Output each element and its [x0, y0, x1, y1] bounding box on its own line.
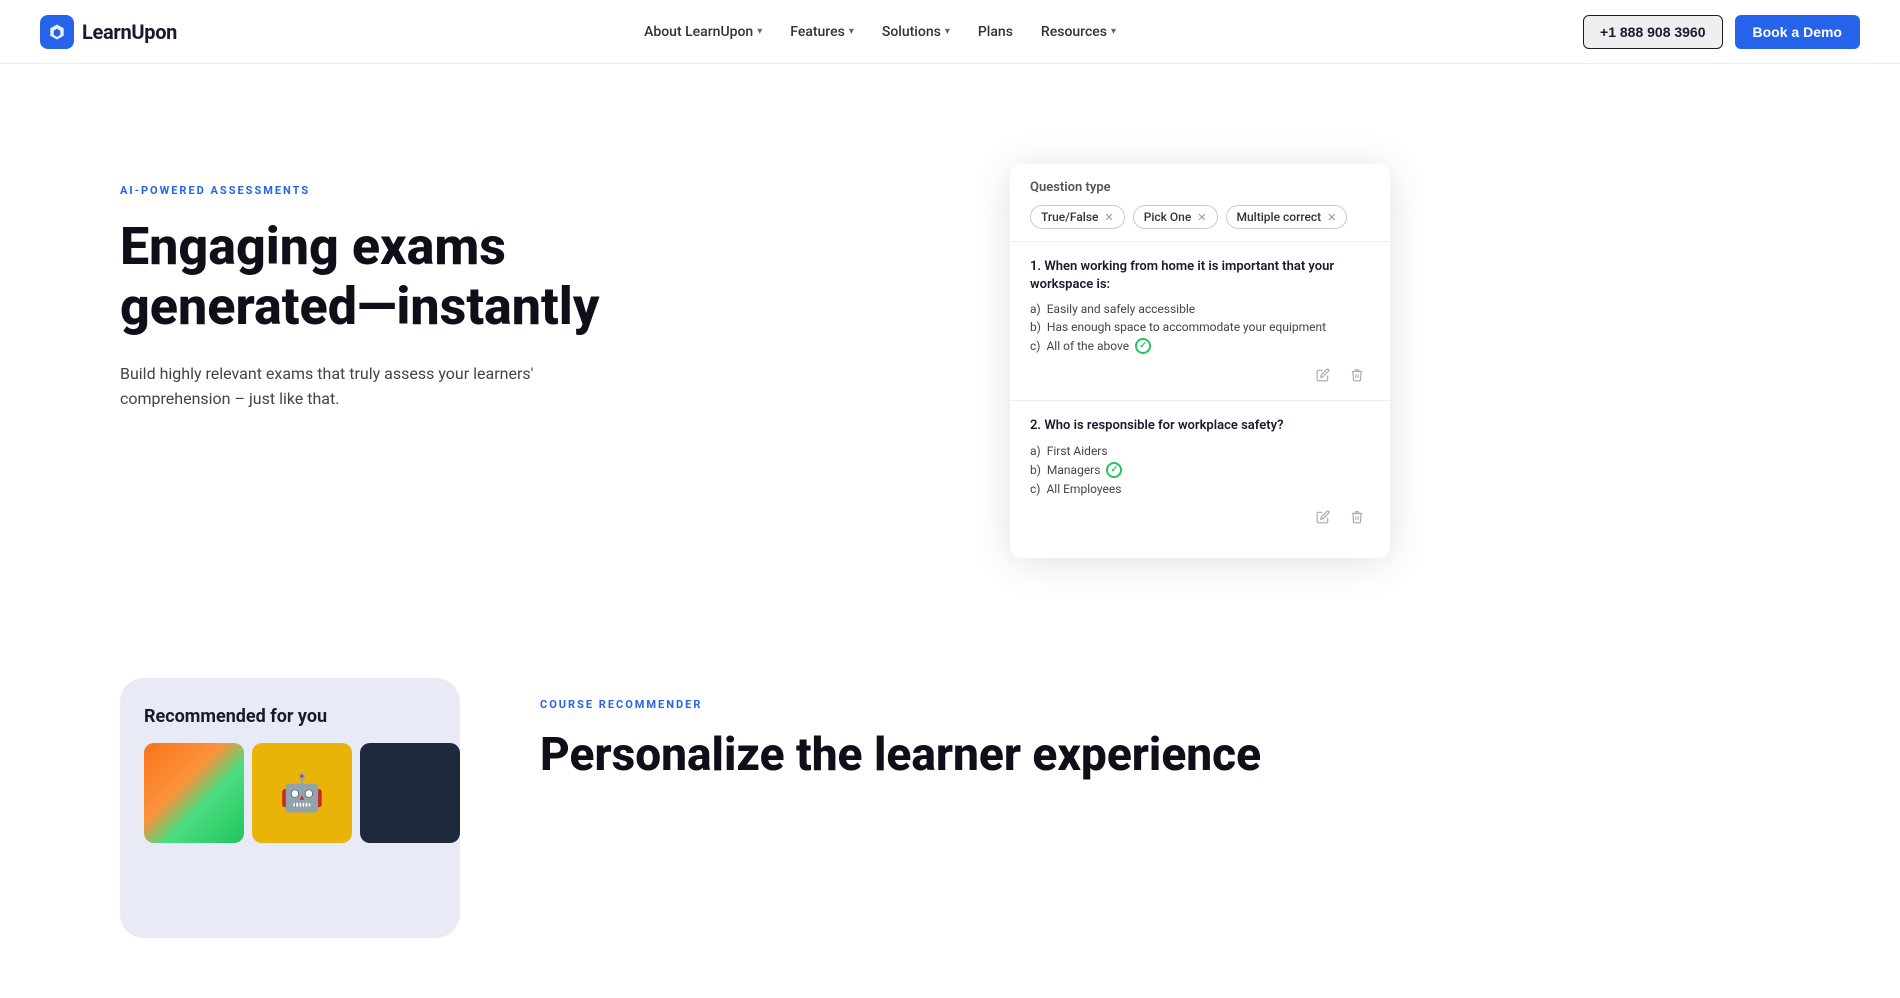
hero-title: Engaging exams generated—instantly	[120, 217, 620, 337]
chevron-down-icon: ▾	[757, 26, 762, 37]
course-thumbnail-2: 🤖	[252, 743, 352, 843]
question-type-section: Question type True/False ✕ Pick One ✕ Mu…	[1010, 164, 1390, 229]
edit-question-1-button[interactable]	[1310, 362, 1336, 388]
edit-question-2-button[interactable]	[1310, 504, 1336, 530]
bottom-section: Recommended for you 🤖 COURSE RECOMMENDER…	[0, 618, 1900, 998]
bottom-badge: COURSE RECOMMENDER	[540, 698, 1261, 711]
question-type-tags: True/False ✕ Pick One ✕ Multiple correct…	[1030, 205, 1370, 229]
bottom-title: Personalize the learner experience	[540, 729, 1261, 782]
course-thumbnail-1	[144, 743, 244, 843]
nav-resources[interactable]: Resources ▾	[1029, 16, 1128, 48]
chevron-down-icon: ▾	[945, 26, 950, 37]
question-type-label: Question type	[1030, 180, 1370, 195]
course-thumbnails: 🤖	[144, 743, 436, 843]
hero-content: AI-POWERED ASSESSMENTS Engaging exams ge…	[120, 144, 620, 412]
course-card-title: Recommended for you	[144, 706, 436, 727]
close-icon[interactable]: ✕	[1327, 211, 1336, 224]
book-demo-button[interactable]: Book a Demo	[1735, 15, 1860, 49]
logo-link[interactable]: LearnUpon	[40, 15, 177, 49]
question-2-actions	[1030, 504, 1370, 530]
question-2-option-b: b) Managers	[1030, 462, 1370, 478]
nav-about[interactable]: About LearnUpon ▾	[632, 16, 774, 48]
question-1-actions	[1030, 362, 1370, 388]
course-card: Recommended for you 🤖	[120, 678, 460, 938]
nav-features[interactable]: Features ▾	[778, 16, 866, 48]
hero-visual: Question type True/False ✕ Pick One ✕ Mu…	[620, 144, 1780, 558]
question-1-text: 1. When working from home it is importan…	[1030, 258, 1370, 294]
question-card: Question type True/False ✕ Pick One ✕ Mu…	[1010, 164, 1390, 558]
correct-answer-icon-2	[1106, 462, 1122, 478]
close-icon[interactable]: ✕	[1104, 211, 1113, 224]
tag-multiple-correct[interactable]: Multiple correct ✕	[1226, 205, 1348, 229]
question-2-option-a: a) First Aiders	[1030, 444, 1370, 458]
robot-emoji: 🤖	[280, 772, 325, 814]
delete-question-2-button[interactable]	[1344, 504, 1370, 530]
close-icon[interactable]: ✕	[1197, 211, 1206, 224]
chevron-down-icon: ▾	[1111, 26, 1116, 37]
tag-true-false[interactable]: True/False ✕	[1030, 205, 1125, 229]
hero-description: Build highly relevant exams that truly a…	[120, 361, 540, 412]
question-1-option-c: c) All of the above	[1030, 338, 1370, 354]
chevron-down-icon: ▾	[849, 26, 854, 37]
nav-plans[interactable]: Plans	[966, 16, 1025, 48]
nav-actions: +1 888 908 3960 Book a Demo	[1583, 15, 1860, 49]
question-1: 1. When working from home it is importan…	[1010, 242, 1390, 400]
phone-button[interactable]: +1 888 908 3960	[1583, 15, 1723, 49]
hero-section: AI-POWERED ASSESSMENTS Engaging exams ge…	[0, 64, 1900, 618]
delete-question-1-button[interactable]	[1344, 362, 1370, 388]
logo-text: LearnUpon	[82, 20, 177, 44]
navbar: LearnUpon About LearnUpon ▾ Features ▾ S…	[0, 0, 1900, 64]
correct-answer-icon	[1135, 338, 1151, 354]
question-2-option-c: c) All Employees	[1030, 482, 1370, 496]
question-2: 2. Who is responsible for workplace safe…	[1010, 401, 1390, 541]
tag-pick-one[interactable]: Pick One ✕	[1133, 205, 1218, 229]
question-2-text: 2. Who is responsible for workplace safe…	[1030, 417, 1370, 435]
question-1-option-b: b) Has enough space to accommodate your …	[1030, 320, 1370, 334]
question-1-option-a: a) Easily and safely accessible	[1030, 302, 1370, 316]
nav-links: About LearnUpon ▾ Features ▾ Solutions ▾…	[632, 16, 1128, 48]
logo-icon	[40, 15, 74, 49]
hero-badge: AI-POWERED ASSESSMENTS	[120, 184, 620, 197]
nav-solutions[interactable]: Solutions ▾	[870, 16, 962, 48]
course-thumbnail-3	[360, 743, 460, 843]
bottom-right-content: COURSE RECOMMENDER Personalize the learn…	[540, 678, 1261, 782]
